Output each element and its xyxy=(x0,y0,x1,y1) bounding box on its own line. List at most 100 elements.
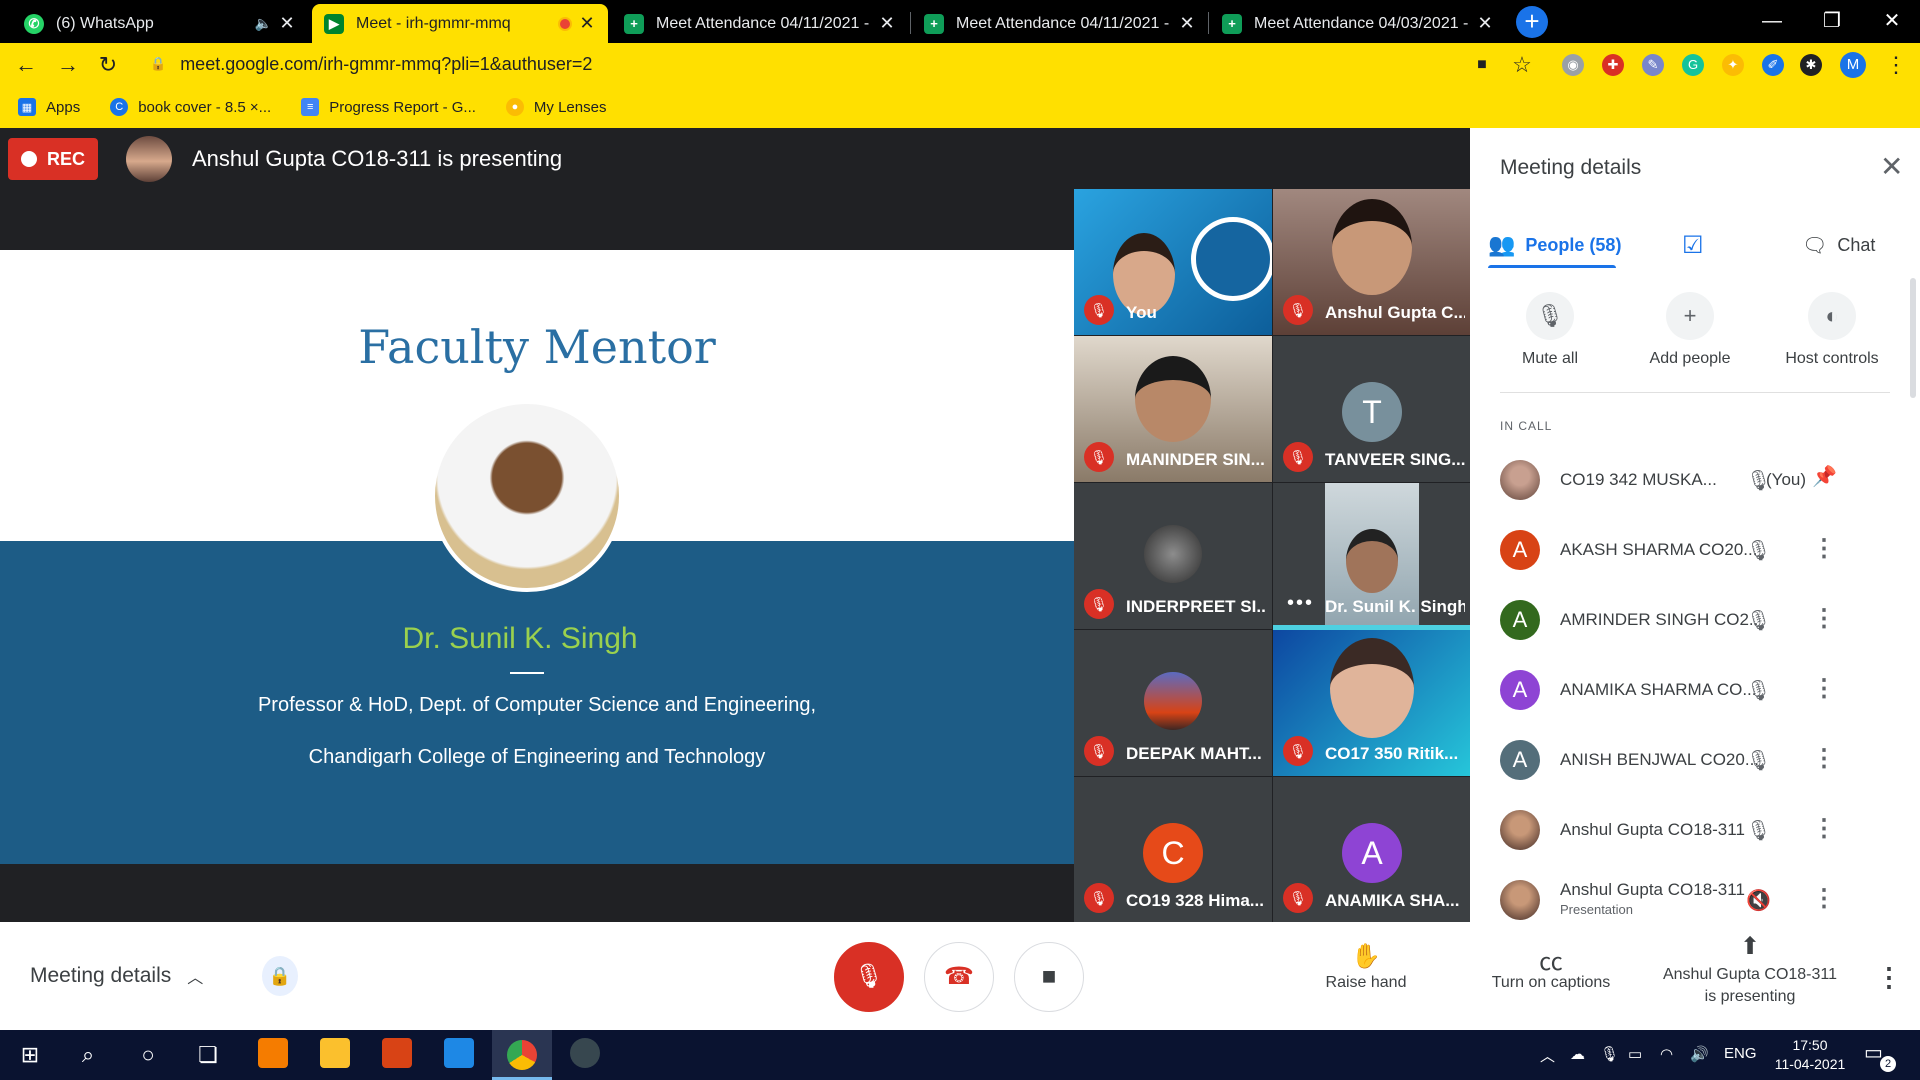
more-options-icon[interactable]: ⋮ xyxy=(1812,534,1836,563)
app-icon[interactable] xyxy=(570,1038,600,1068)
pin-icon[interactable]: 📌 xyxy=(1812,464,1837,489)
volume-icon[interactable]: 🔊 xyxy=(1690,1045,1709,1063)
input-language[interactable]: ENG xyxy=(1724,1045,1757,1062)
extension-icon[interactable]: ✚ xyxy=(1602,54,1624,76)
participant-avatar xyxy=(1500,810,1540,850)
toggle-icon: ◐ xyxy=(1808,292,1856,340)
mute-all-button[interactable]: 🎙 Mute all xyxy=(1490,292,1610,368)
office-icon[interactable] xyxy=(382,1038,412,1068)
file-explorer-icon[interactable] xyxy=(320,1038,350,1068)
wifi-icon[interactable]: ◠ xyxy=(1660,1045,1673,1063)
back-button[interactable]: ← xyxy=(10,49,42,81)
tab-meet-attendance-1[interactable]: + Meet Attendance 04/11/2021 - G ✕ xyxy=(612,4,908,43)
tab-meet-attendance-3[interactable]: + Meet Attendance 04/03/2021 - G ✕ xyxy=(1210,4,1506,43)
xampp-icon[interactable] xyxy=(258,1038,288,1068)
participant-tile[interactable]: 🎙 Anshul Gupta C... xyxy=(1273,189,1471,335)
cortana-icon[interactable]: ○ xyxy=(130,1038,166,1072)
more-options-icon[interactable]: ⋮ xyxy=(1812,744,1836,773)
more-options-icon[interactable]: ⋮ xyxy=(1812,604,1836,633)
participant-row[interactable]: A AMRINDER SINGH CO2... 🎙 ⋮ xyxy=(1500,592,1900,648)
camera-toggle-button[interactable]: ■ xyxy=(1014,942,1084,1012)
extensions-puzzle-icon[interactable]: ✱ xyxy=(1800,54,1822,76)
address-bar[interactable]: 🔒 meet.google.com/irh-gmmr-mmq?pli=1&aut… xyxy=(136,47,1536,81)
extension-icon[interactable]: ✐ xyxy=(1762,54,1784,76)
bookmark-my-lenses[interactable]: ● My Lenses xyxy=(505,98,606,116)
panel-scrollbar[interactable] xyxy=(1910,278,1916,398)
new-tab-button[interactable]: + xyxy=(1516,6,1548,38)
more-options-icon[interactable]: ⋮ xyxy=(1812,814,1836,843)
recording-badge: REC xyxy=(8,138,98,180)
meeting-details-button[interactable]: Meeting details ︿ xyxy=(30,964,203,988)
tab-close-icon[interactable]: ✕ xyxy=(1476,13,1494,34)
bookmark-book-cover[interactable]: C book cover - 8.5 ×... xyxy=(110,98,271,116)
participant-tile[interactable]: A 🎙 ANAMIKA SHA... xyxy=(1273,777,1471,923)
profile-avatar[interactable]: M xyxy=(1840,52,1866,78)
forward-button[interactable]: → xyxy=(52,49,84,81)
tab-close-icon[interactable]: ✕ xyxy=(1178,13,1196,34)
activities-icon[interactable]: ☑ xyxy=(1682,222,1704,268)
onedrive-icon[interactable]: ☁ xyxy=(1570,1045,1585,1063)
presentation-button[interactable]: ⬆ Anshul Gupta CO18-311 is presenting xyxy=(1650,935,1850,1008)
battery-icon[interactable]: ▭ xyxy=(1628,1045,1642,1063)
windows-start-icon[interactable]: ⊞ xyxy=(12,1038,48,1072)
mic-icon[interactable]: 🎙 xyxy=(1600,1045,1619,1063)
more-options-icon[interactable]: ⋮ xyxy=(1812,674,1836,703)
camera-in-use-icon[interactable]: ■ xyxy=(1466,49,1498,81)
microphone-toggle-button[interactable]: 🎙 xyxy=(834,942,904,1012)
tab-people[interactable]: 👥 People (58) xyxy=(1488,222,1621,268)
bookmark-progress-report[interactable]: ≡ Progress Report - G... xyxy=(301,98,476,116)
security-shield-icon[interactable]: 🔒 xyxy=(262,956,298,996)
raise-hand-button[interactable]: ✋ Raise hand xyxy=(1296,942,1436,992)
system-clock[interactable]: 17:50 11-04-2021 xyxy=(1770,1036,1850,1074)
tab-close-icon[interactable]: ✕ xyxy=(578,13,596,34)
leave-call-button[interactable]: ☎ xyxy=(924,942,994,1012)
tab-close-icon[interactable]: ✕ xyxy=(278,13,296,34)
close-window-button[interactable]: ✕ xyxy=(1872,6,1912,36)
tab-whatsapp[interactable]: ✆ (6) WhatsApp 🔈 ✕ xyxy=(12,4,308,43)
participant-tile[interactable]: T 🎙 TANVEER SING... xyxy=(1273,336,1471,482)
add-people-button[interactable]: + Add people xyxy=(1630,292,1750,368)
participant-row[interactable]: A ANAMIKA SHARMA CO... 🎙 ⋮ xyxy=(1500,662,1900,718)
reload-button[interactable]: ↻ xyxy=(92,49,124,81)
participant-tile[interactable]: 🎙 MANINDER SIN... xyxy=(1074,336,1272,482)
search-icon[interactable]: ⌕ xyxy=(70,1038,106,1072)
notification-center-icon[interactable]: ▭ 2 xyxy=(1864,1040,1896,1072)
close-panel-button[interactable]: ✕ xyxy=(1880,150,1903,183)
meeting-details-label: Meeting details xyxy=(30,964,172,987)
participant-row[interactable]: Anshul Gupta CO18-311 🎙 ⋮ xyxy=(1500,802,1900,858)
participant-tile[interactable]: 🎙 DEEPAK MAHT... xyxy=(1074,630,1272,776)
bookmark-star-icon[interactable]: ☆ xyxy=(1506,49,1538,81)
more-options-icon[interactable]: ⋮ xyxy=(1812,884,1836,913)
tab-chat[interactable]: 🗨 Chat xyxy=(1802,222,1875,268)
host-controls-button[interactable]: ◐ Host controls xyxy=(1772,292,1892,368)
minimize-button[interactable]: — xyxy=(1752,6,1792,36)
screenshot-extension-icon[interactable]: ◉ xyxy=(1562,54,1584,76)
participant-row[interactable]: A AKASH SHARMA CO20... 🎙 ⋮ xyxy=(1500,522,1900,578)
chrome-taskbar-button[interactable] xyxy=(492,1030,552,1080)
grammarly-icon[interactable]: G xyxy=(1682,54,1704,76)
participant-avatar: A xyxy=(1500,670,1540,710)
participant-row[interactable]: CO19 342 MUSKA... (You) 🎙 📌 xyxy=(1500,452,1900,508)
more-options-button[interactable]: ⋮ xyxy=(1876,962,1902,993)
participant-tile-speaking[interactable]: 🎙 CO17 350 Ritik... xyxy=(1273,625,1471,776)
vscode-icon[interactable] xyxy=(444,1038,474,1068)
task-view-icon[interactable]: ❏ xyxy=(190,1038,226,1072)
participant-tile[interactable]: 🎙 INDERPREET SI... xyxy=(1074,483,1272,629)
participant-tile[interactable]: 🎙 You xyxy=(1074,189,1272,335)
participant-tile[interactable]: C 🎙 CO19 328 Hima... xyxy=(1074,777,1272,923)
participant-row[interactable]: A ANISH BENJWAL CO20... 🎙 ⋮ xyxy=(1500,732,1900,788)
tab-meet[interactable]: ▶ Meet - irh-gmmr-mmq ✕ xyxy=(312,4,608,43)
participant-name: TANVEER SING... xyxy=(1325,450,1465,469)
bookmark-apps[interactable]: ▦ Apps xyxy=(18,98,80,116)
participant-row[interactable]: Anshul Gupta CO18-311 Presentation 🔇 ⋮ xyxy=(1500,872,1900,922)
captions-button[interactable]: ㏄ Turn on captions xyxy=(1476,942,1626,992)
extension-icon[interactable]: ✎ xyxy=(1642,54,1664,76)
extension-icon[interactable]: ✦ xyxy=(1722,54,1744,76)
maximize-button[interactable]: ❐ xyxy=(1812,6,1852,36)
participant-tile[interactable]: ••• Dr. Sunil K. Singh xyxy=(1273,483,1471,629)
more-options-icon[interactable]: ••• xyxy=(1287,592,1314,615)
tab-meet-attendance-2[interactable]: + Meet Attendance 04/11/2021 - G ✕ xyxy=(912,4,1208,43)
show-hidden-icons[interactable]: ︿ xyxy=(1540,1045,1555,1066)
menu-kebab-icon[interactable]: ⋮ xyxy=(1880,49,1912,81)
tab-close-icon[interactable]: ✕ xyxy=(878,13,896,34)
